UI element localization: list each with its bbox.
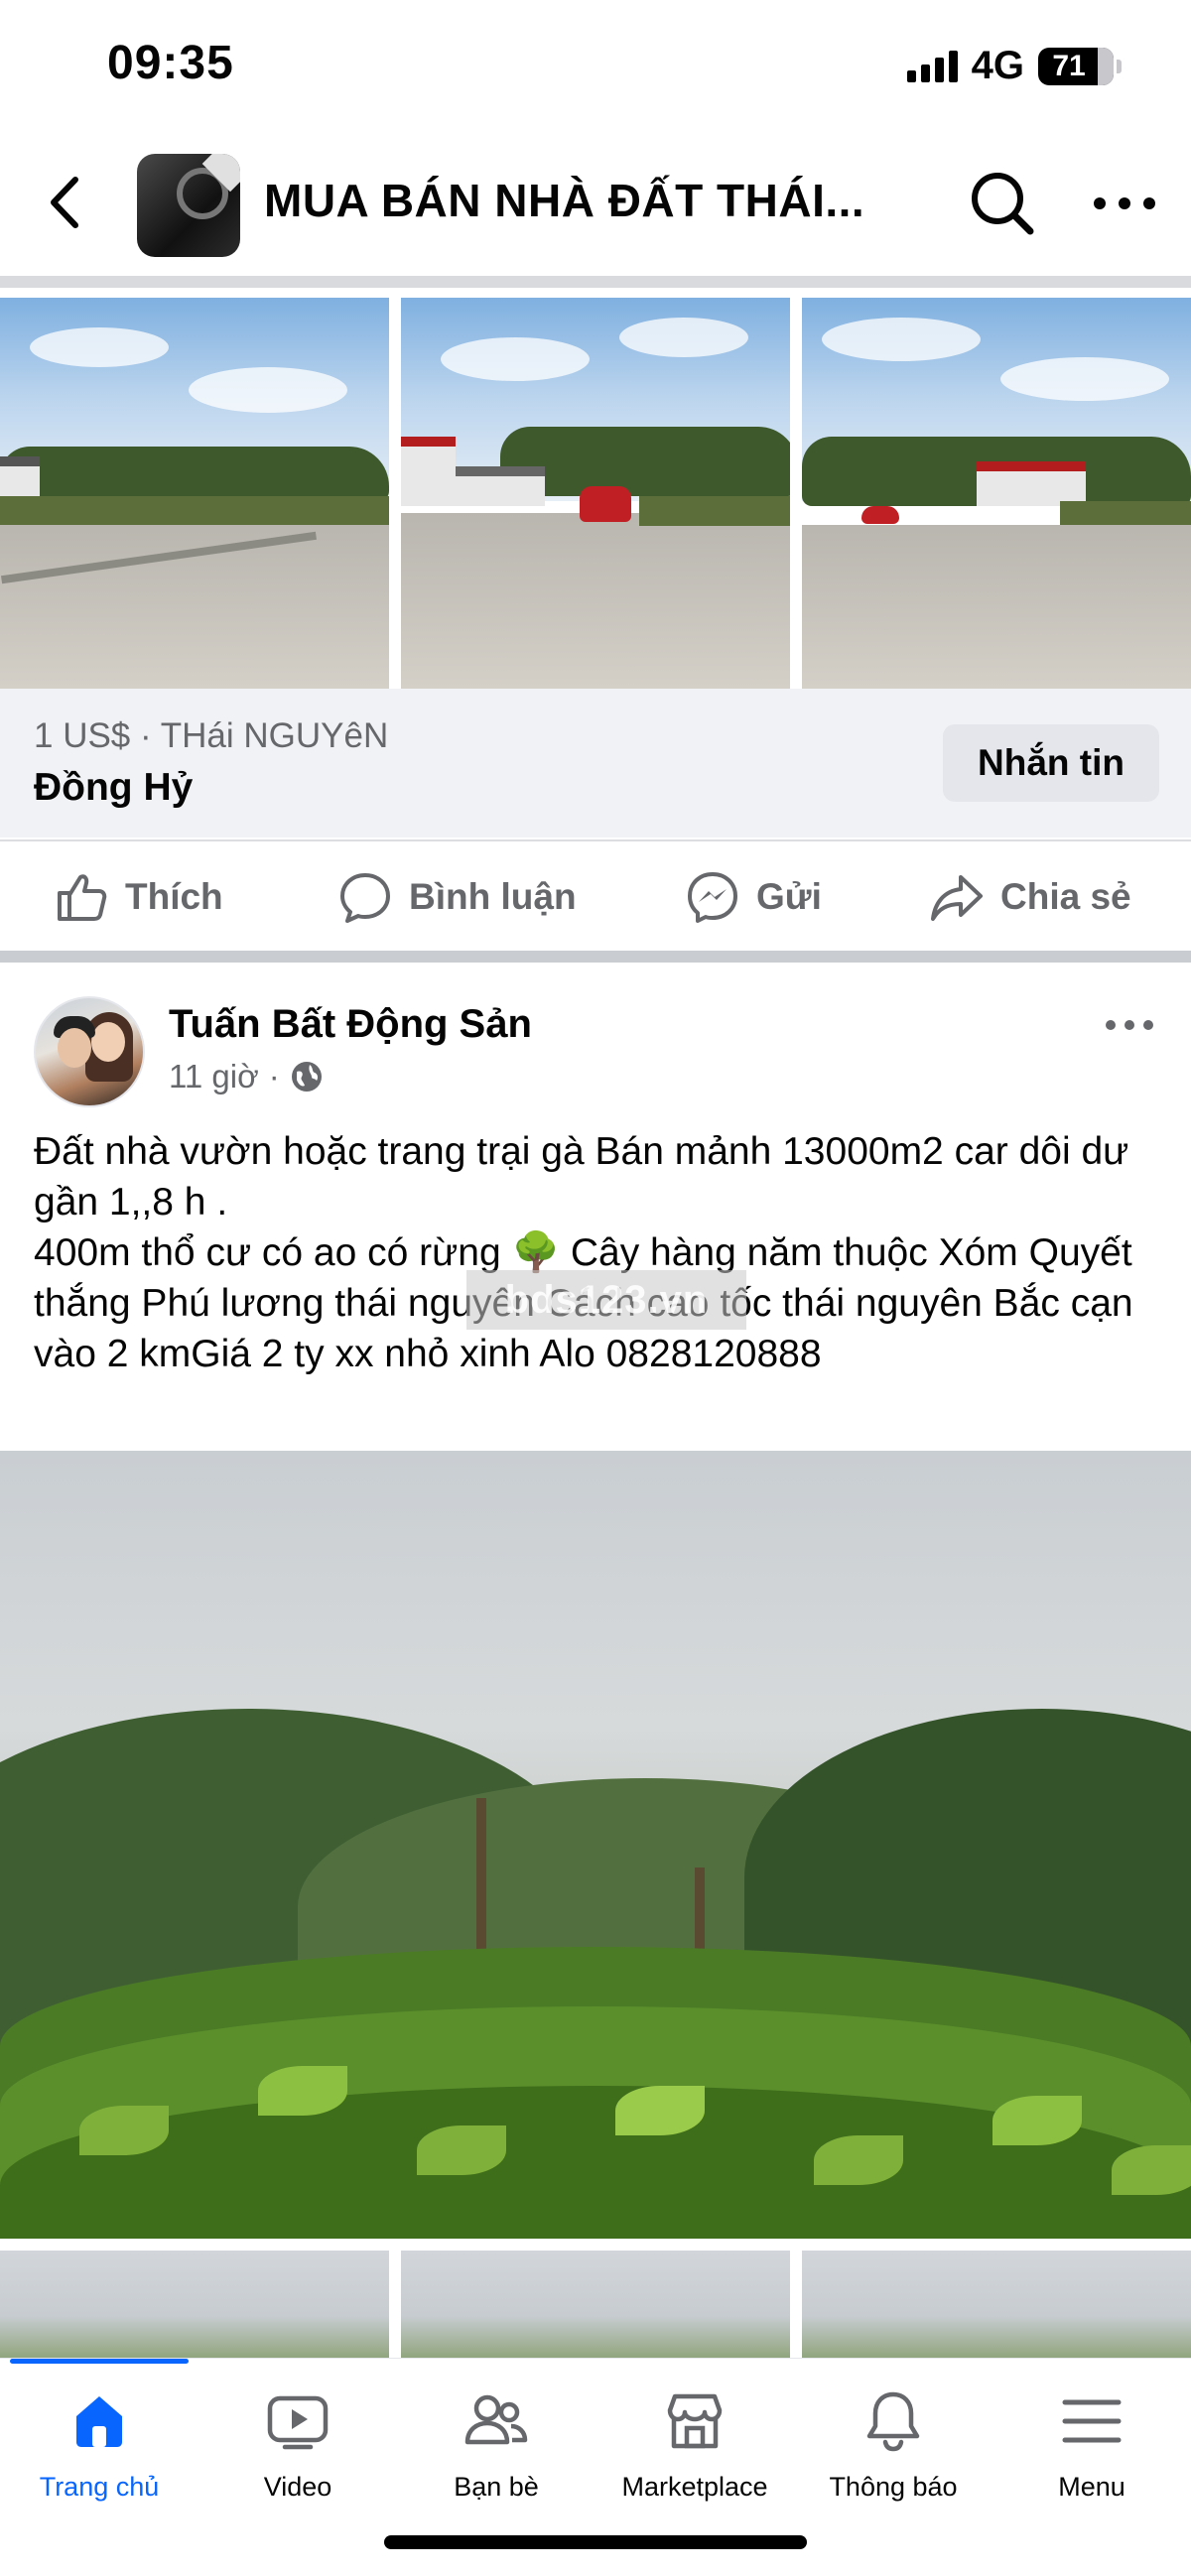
menu-icon bbox=[1062, 2399, 1122, 2443]
post-photo[interactable] bbox=[0, 1451, 1191, 2239]
marketplace-icon bbox=[667, 2393, 723, 2449]
post-body: Đất nhà vườn hoặc trang trại gà Bán mảnh… bbox=[34, 1126, 1165, 1379]
battery-level: 71 bbox=[1052, 49, 1086, 82]
status-bar: 09:35 4G 71 bbox=[0, 0, 1191, 134]
nav-label: Video bbox=[263, 2472, 332, 2502]
search-icon bbox=[972, 173, 1034, 235]
nav-tab-video[interactable]: Video bbox=[198, 2388, 397, 2503]
post-time[interactable]: 11 giờ bbox=[169, 1058, 259, 1095]
messenger-icon bbox=[688, 872, 737, 923]
post-photo-thumbnail[interactable] bbox=[802, 2251, 1191, 2360]
like-button[interactable]: Thích bbox=[54, 867, 223, 927]
post-options-button[interactable] bbox=[1104, 1010, 1155, 1040]
share-label: Chia sẻ bbox=[1000, 876, 1131, 917]
post-photo-thumbnails bbox=[0, 2251, 1191, 2360]
thumbs-up-icon bbox=[58, 874, 107, 921]
listing-photo[interactable] bbox=[0, 298, 389, 689]
more-options-button[interactable] bbox=[1090, 184, 1159, 223]
more-dots-icon bbox=[1094, 197, 1155, 209]
battery-icon: 71 bbox=[1038, 47, 1122, 85]
comment-button[interactable]: Bình luận bbox=[337, 867, 577, 927]
author-avatar[interactable] bbox=[34, 996, 145, 1107]
send-button[interactable]: Gửi bbox=[685, 867, 822, 927]
message-seller-button[interactable]: Nhắn tin bbox=[943, 724, 1159, 802]
more-dots-icon bbox=[1106, 1020, 1153, 1030]
chevron-left-icon bbox=[51, 177, 78, 228]
divider bbox=[0, 951, 1191, 963]
nav-label: Menu bbox=[1058, 2472, 1125, 2502]
active-tab-indicator bbox=[10, 2359, 189, 2364]
listing-photo[interactable] bbox=[401, 298, 790, 689]
post-author-name[interactable]: Tuấn Bất Động Sản bbox=[169, 1002, 532, 1047]
nav-label: Trang chủ bbox=[39, 2472, 160, 2502]
home-icon bbox=[76, 2396, 122, 2447]
status-time: 09:35 bbox=[107, 37, 234, 89]
group-avatar[interactable] bbox=[137, 154, 240, 257]
send-label: Gửi bbox=[756, 876, 822, 917]
post-photo-thumbnail[interactable] bbox=[0, 2251, 389, 2360]
listing-photo-strip bbox=[0, 298, 1191, 689]
listing-info[interactable]: 1 US$ · THái NGUYêN Đồng Hỷ Nhắn tin bbox=[0, 689, 1191, 837]
cellular-signal-icon bbox=[906, 50, 958, 82]
video-icon bbox=[267, 2395, 329, 2450]
globe-icon bbox=[291, 1062, 322, 1092]
friends-icon bbox=[464, 2394, 528, 2445]
watermark: bds123.vn bbox=[466, 1270, 746, 1330]
post-action-bar: Thích Bình luận Gửi Chia sẻ bbox=[0, 839, 1191, 951]
post-text-paragraph: Đất nhà vườn hoặc trang trại gà Bán mảnh… bbox=[34, 1130, 1129, 1224]
bell-icon bbox=[866, 2391, 920, 2452]
post-meta: 11 giờ · bbox=[169, 1058, 324, 1095]
nav-tab-friends[interactable]: Bạn bè bbox=[397, 2388, 596, 2503]
network-type: 4G bbox=[971, 44, 1024, 87]
nav-tab-notifications[interactable]: Thông báo bbox=[794, 2388, 992, 2503]
nav-label: Bạn bè bbox=[454, 2472, 539, 2502]
nav-tab-menu[interactable]: Menu bbox=[992, 2388, 1191, 2503]
meta-separator: · bbox=[268, 1058, 280, 1095]
listing-price-location: 1 US$ · THái NGUYêN bbox=[34, 716, 389, 755]
listing-photo[interactable] bbox=[802, 298, 1191, 689]
group-header: MUA BÁN NHÀ ĐẤT THÁI... bbox=[0, 134, 1191, 273]
post-photo-thumbnail[interactable] bbox=[401, 2251, 790, 2360]
back-button[interactable] bbox=[40, 170, 95, 235]
status-indicators: 4G 71 bbox=[906, 44, 1122, 88]
share-button[interactable]: Chia sẻ bbox=[929, 867, 1131, 927]
nav-tab-home[interactable]: Trang chủ bbox=[0, 2388, 198, 2503]
like-label: Thích bbox=[125, 876, 223, 917]
home-indicator[interactable] bbox=[384, 2535, 807, 2549]
nav-label: Marketplace bbox=[621, 2472, 768, 2502]
listing-location: Đồng Hỷ bbox=[34, 766, 194, 809]
nav-tab-marketplace[interactable]: Marketplace bbox=[596, 2388, 794, 2503]
divider bbox=[0, 276, 1191, 288]
comment-icon bbox=[340, 873, 390, 923]
nav-label: Thông báo bbox=[829, 2472, 958, 2502]
comment-label: Bình luận bbox=[409, 876, 577, 917]
search-button[interactable] bbox=[965, 166, 1040, 241]
share-arrow-icon bbox=[931, 875, 983, 921]
group-title[interactable]: MUA BÁN NHÀ ĐẤT THÁI... bbox=[264, 174, 899, 227]
